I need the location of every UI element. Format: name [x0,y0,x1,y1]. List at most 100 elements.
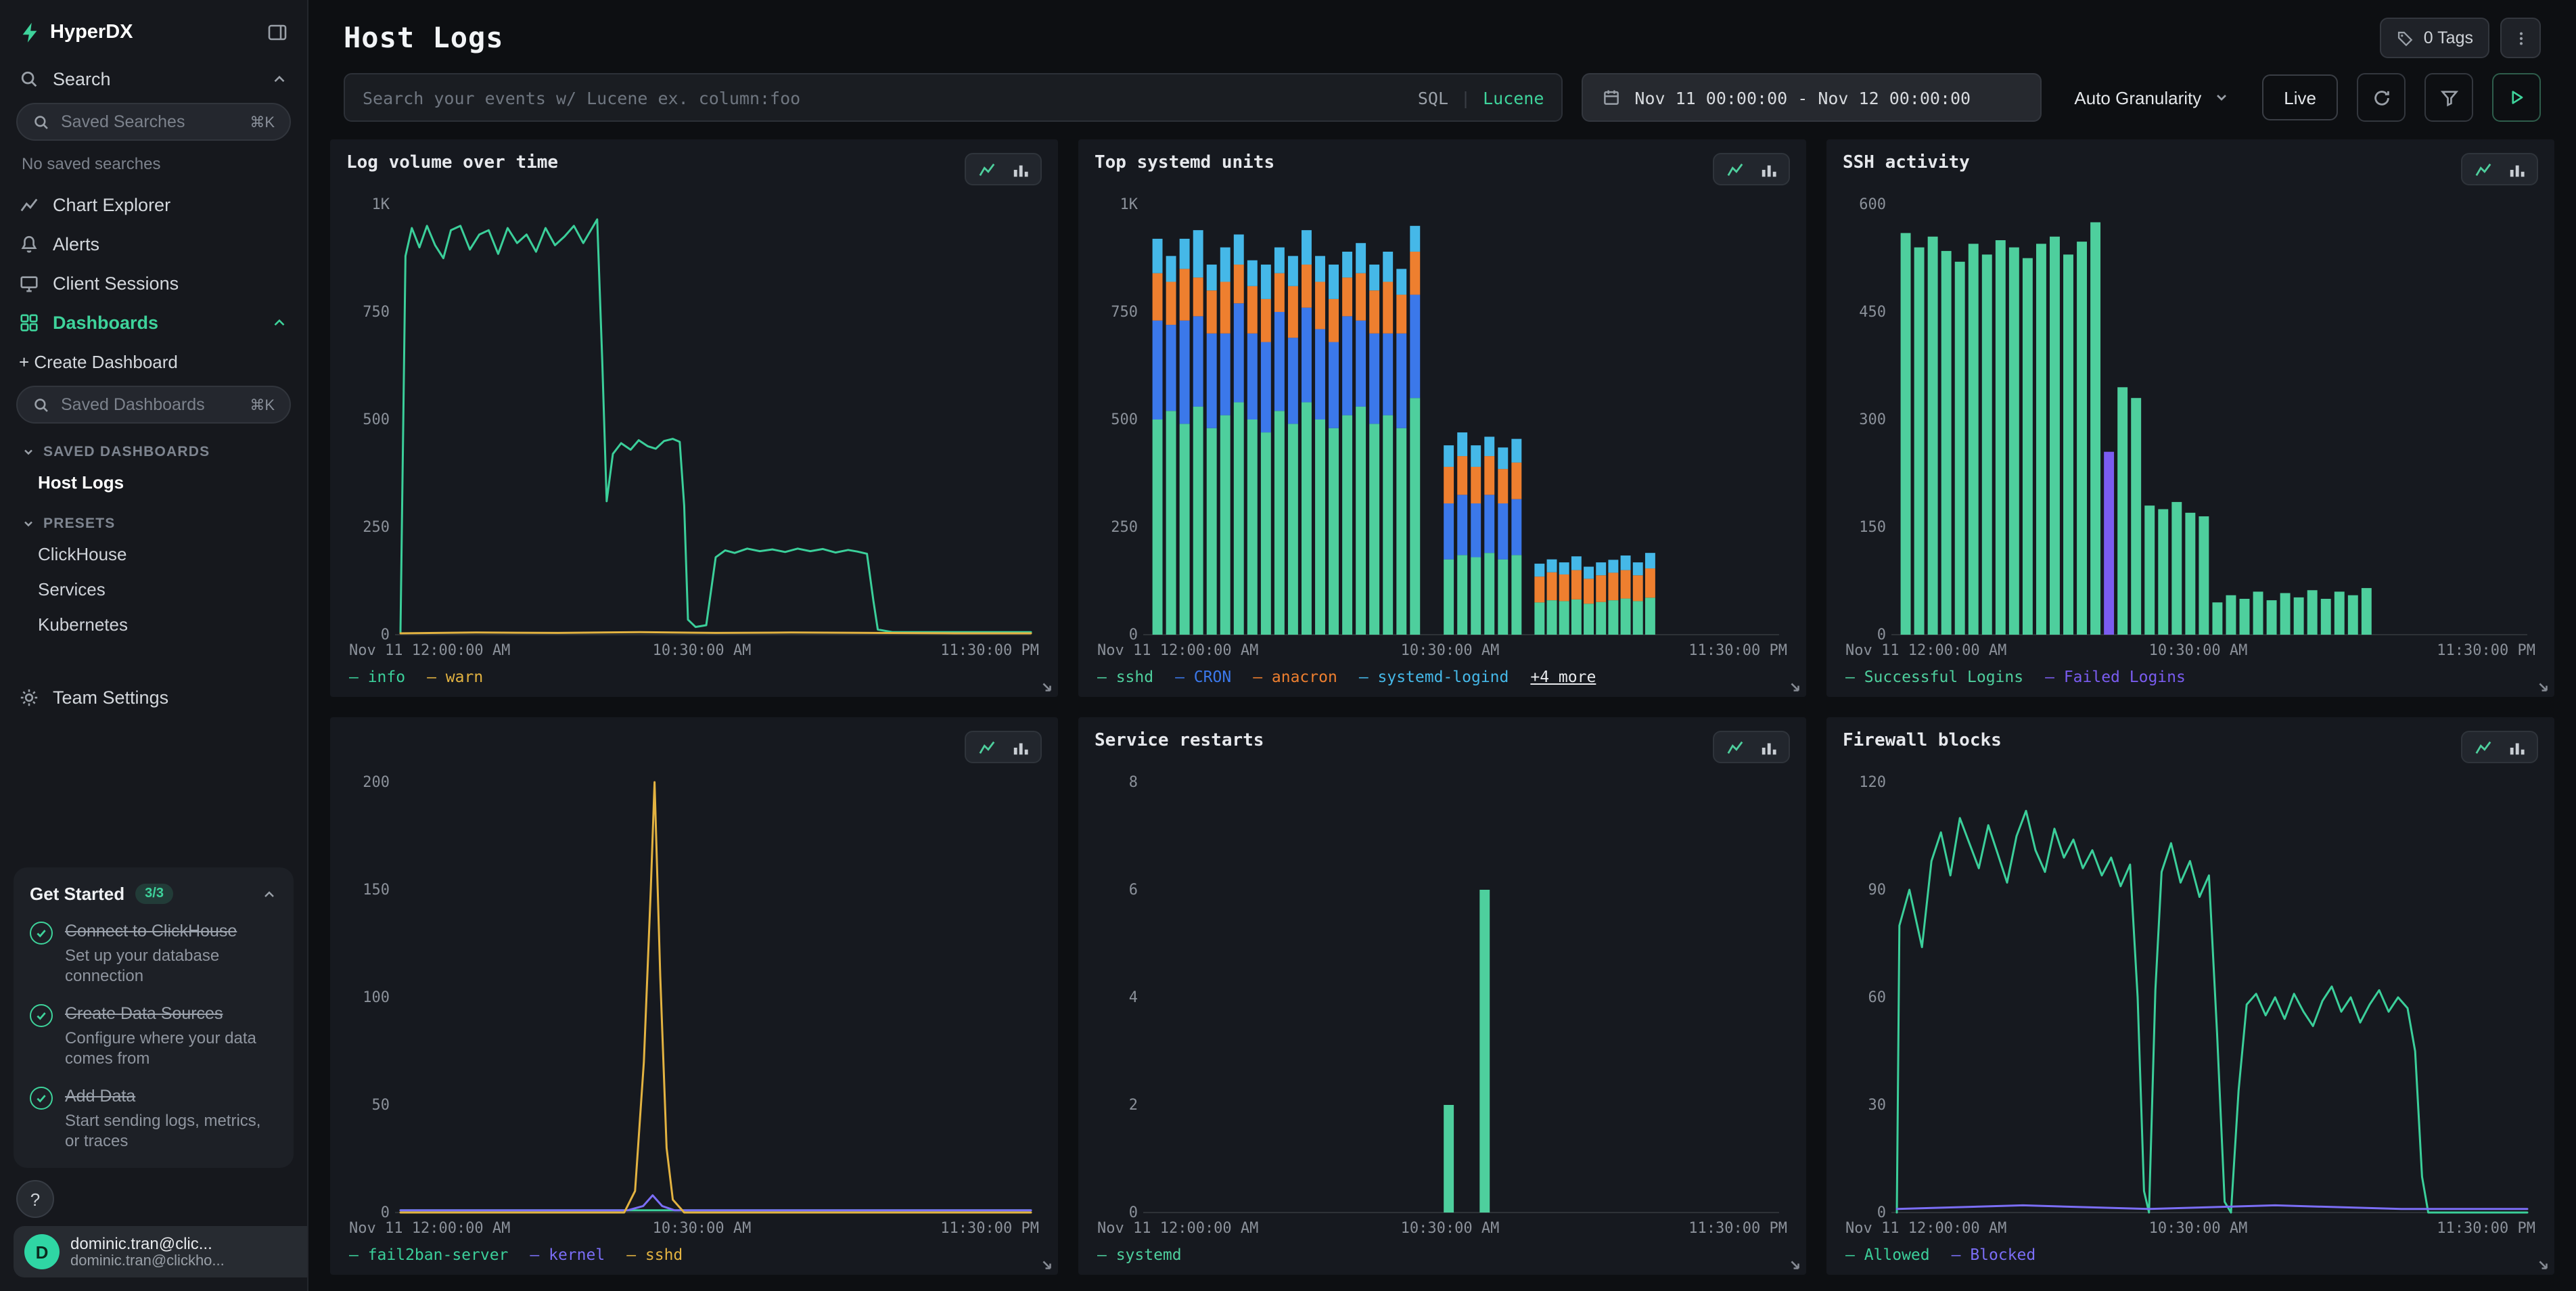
sidebar-item-services[interactable]: Services [0,572,307,608]
legend-item[interactable]: — Successful Logins [1845,667,2023,686]
chart-title: Top systemd units [1095,153,1274,173]
chart-plot[interactable]: 02505007501KNov 11 12:00:00 AM10:30:00 A… [1095,194,1790,662]
presets-section[interactable]: PRESETS [0,501,307,537]
legend-item[interactable]: — CRON [1175,667,1231,686]
legend-item[interactable]: — sshd [1097,667,1153,686]
more-options-button[interactable] [2500,18,2541,58]
step-desc: Start sending logs, metrics, or traces [65,1111,277,1152]
sidebar-bottom: Get Started 3/3 Connect to ClickHouse Se… [0,867,307,1277]
legend-item[interactable]: — systemd [1097,1245,1182,1264]
bar-chart-toggle[interactable] [1008,738,1032,756]
saved-dashboards-input[interactable]: Saved Dashboards ⌘K [16,386,291,424]
sidebar-item-alerts[interactable]: Alerts [0,225,307,264]
sidebar-item-client-sessions[interactable]: Client Sessions [0,264,307,303]
saved-searches-input[interactable]: Saved Searches ⌘K [16,103,291,141]
legend-more[interactable]: +4 more [1530,667,1596,686]
sql-toggle[interactable]: SQL [1418,87,1448,108]
main-content: Host Logs 0 Tags Search your events w/ L… [308,0,2576,1291]
legend-item[interactable]: — Failed Logins [2045,667,2186,686]
sidebar: HyperDX Search Saved Searches ⌘K No save… [0,0,308,1291]
svg-text:Nov 11 12:00:00 AM: Nov 11 12:00:00 AM [349,642,510,659]
get-started-step[interactable]: Add Data Start sending logs, metrics, or… [30,1084,277,1152]
get-started-header[interactable]: Get Started 3/3 [30,884,277,904]
legend-item[interactable]: — systemd-logind [1359,667,1509,686]
chart-plot[interactable]: 02468Nov 11 12:00:00 AM10:30:00 AM11:30:… [1095,771,1790,1240]
legend-item[interactable]: — kernel [530,1245,605,1264]
refresh-button[interactable] [2357,73,2406,122]
run-query-button[interactable] [2492,73,2541,122]
svg-text:600: 600 [1859,196,1886,213]
bar-chart-toggle[interactable] [1756,738,1780,756]
resize-handle[interactable] [2535,1257,2550,1272]
svg-text:1K: 1K [1120,196,1138,213]
chart-card-header: Top systemd units [1095,153,1790,194]
legend-item[interactable]: — Blocked [1952,1245,2036,1264]
sidebar-item-host-logs[interactable]: Host Logs [0,466,307,501]
collapse-sidebar-icon[interactable] [267,22,288,43]
lucene-toggle[interactable]: Lucene [1483,87,1544,108]
sidebar-item-dashboards[interactable]: Dashboards [0,303,307,342]
saved-searches-placeholder: Saved Searches [61,112,239,131]
legend-item[interactable]: — fail2ban-server [349,1245,508,1264]
live-button[interactable]: Live [2262,74,2338,120]
time-range-picker[interactable]: Nov 11 00:00:00 - Nov 12 00:00:00 [1582,73,2042,122]
svg-text:4: 4 [1129,989,1138,1006]
legend-item[interactable]: — info [349,667,405,686]
sidebar-item-label: Client Sessions [53,273,179,294]
hyperdx-logo[interactable]: HyperDX [19,22,133,43]
granularity-select[interactable]: Auto Granularity [2061,73,2243,122]
bar-chart-toggle[interactable] [2504,160,2529,179]
chevron-up-icon [261,886,277,902]
line-chart-toggle[interactable] [2470,738,2495,756]
shortcut-hint: ⌘K [250,396,275,413]
bar-chart-toggle[interactable] [1756,160,1780,179]
filter-button[interactable] [2424,73,2473,122]
resize-handle[interactable] [1039,679,1054,694]
tags-button[interactable]: 0 Tags [2380,18,2489,58]
user-menu[interactable]: D dominic.tran@clic... dominic.tran@clic… [14,1226,307,1277]
chart-legend: — info — warn [346,662,1042,686]
avatar: D [24,1234,60,1269]
sidebar-item-clickhouse[interactable]: ClickHouse [0,537,307,572]
svg-text:6: 6 [1129,882,1138,899]
line-chart-toggle[interactable] [1722,738,1747,756]
chart-plot[interactable]: 0150300450600Nov 11 12:00:00 AM10:30:00 … [1843,194,2538,662]
help-button[interactable]: ? [16,1180,54,1218]
line-chart-toggle[interactable] [2470,160,2495,179]
bar-chart-toggle[interactable] [2504,738,2529,756]
chart-line-icon [19,195,39,215]
sidebar-item-team-settings[interactable]: Team Settings [0,678,307,717]
event-search-input[interactable]: Search your events w/ Lucene ex. column:… [344,73,1563,122]
line-chart-toggle[interactable] [974,160,998,179]
svg-text:11:30:00 PM: 11:30:00 PM [2437,1220,2535,1237]
get-started-step[interactable]: Connect to ClickHouse Set up your databa… [30,919,277,987]
line-chart-toggle[interactable] [974,738,998,756]
legend-item[interactable]: — Allowed [1845,1245,1930,1264]
sidebar-item-kubernetes[interactable]: Kubernetes [0,608,307,643]
resize-handle[interactable] [1787,679,1802,694]
section-label-text: PRESETS [43,516,115,532]
chart-plot[interactable]: 0306090120Nov 11 12:00:00 AM10:30:00 AM1… [1843,771,2538,1240]
svg-text:750: 750 [1111,304,1138,321]
sidebar-item-search[interactable]: Search [0,60,307,99]
play-icon [2507,88,2526,107]
sidebar-item-chart-explorer[interactable]: Chart Explorer [0,185,307,225]
page-header: Host Logs 0 Tags [330,0,2554,70]
granularity-value: Auto Granularity [2074,87,2201,108]
chart-plot[interactable]: 02505007501KNov 11 12:00:00 AM10:30:00 A… [346,194,1042,662]
svg-text:250: 250 [1111,519,1138,536]
bar-chart-toggle[interactable] [1008,160,1032,179]
legend-item[interactable]: — warn [427,667,483,686]
resize-handle[interactable] [2535,679,2550,694]
resize-handle[interactable] [1039,1257,1054,1272]
legend-item[interactable]: — anacron [1253,667,1337,686]
resize-handle[interactable] [1787,1257,1802,1272]
get-started-step[interactable]: Create Data Sources Configure where your… [30,1001,277,1069]
create-dashboard-button[interactable]: + Create Dashboard [0,342,307,382]
line-chart-toggle[interactable] [1722,160,1747,179]
legend-item[interactable]: — sshd [626,1245,683,1264]
saved-dashboards-section[interactable]: SAVED DASHBOARDS [0,429,307,466]
chart-plot[interactable]: 050100150200Nov 11 12:00:00 AM10:30:00 A… [346,771,1042,1240]
svg-text:2: 2 [1129,1097,1138,1114]
chevron-down-icon [2213,89,2230,106]
